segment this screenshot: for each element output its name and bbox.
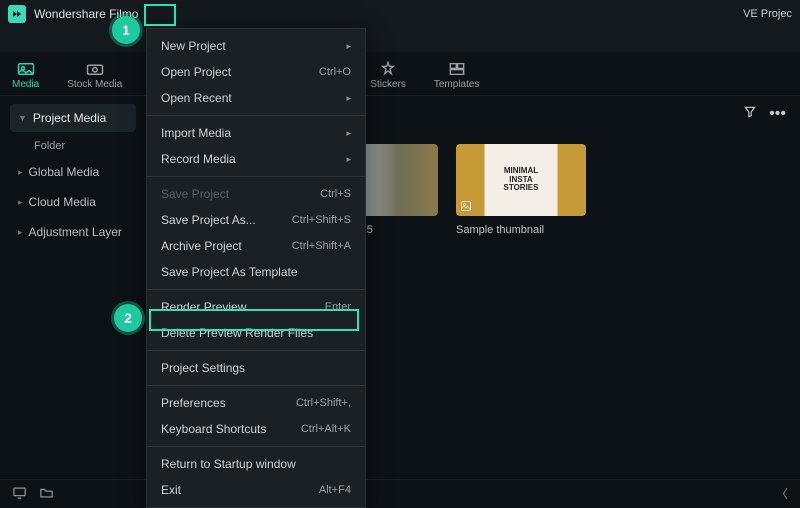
chevron-right-icon: ▸: [346, 154, 351, 165]
dd-render-preview[interactable]: Render PreviewEnter: [147, 294, 365, 320]
tab-media[interactable]: Media: [12, 61, 39, 90]
tab-stickers[interactable]: Stickers: [370, 61, 406, 90]
dd-preferences[interactable]: PreferencesCtrl+Shift+,: [147, 390, 365, 416]
project-name: VE Projec: [743, 8, 792, 20]
sidebar-global-media[interactable]: ▸Global Media: [10, 158, 136, 186]
filter-icon[interactable]: [743, 105, 757, 124]
folder-icon[interactable]: [39, 486, 54, 502]
dd-save-as-template[interactable]: Save Project As Template: [147, 259, 365, 285]
dd-save-project: Save ProjectCtrl+S: [147, 181, 365, 207]
sidebar-project-media[interactable]: ▼Project Media: [10, 104, 136, 132]
chevron-right-icon: ▸: [346, 128, 351, 139]
separator: [147, 289, 365, 290]
dd-return-startup[interactable]: Return to Startup window: [147, 451, 365, 477]
chevron-right-icon: ▸: [18, 167, 23, 178]
callout-2: 2: [114, 304, 142, 332]
tab-stock-media[interactable]: Stock Media: [67, 61, 122, 90]
dd-record-media[interactable]: Record Media▸: [147, 146, 365, 172]
chevron-left-icon[interactable]: 〈: [776, 485, 788, 502]
sidebar-cloud-media[interactable]: ▸Cloud Media: [10, 188, 136, 216]
dd-open-recent[interactable]: Open Recent▸: [147, 85, 365, 111]
sidebar-adjustment-layer[interactable]: ▸Adjustment Layer: [10, 218, 136, 246]
sidebar-folder[interactable]: Folder: [10, 134, 136, 158]
dd-save-project-as[interactable]: Save Project As...Ctrl+Shift+S: [147, 207, 365, 233]
chevron-right-icon: ▸: [346, 41, 351, 52]
app-logo: [8, 5, 26, 23]
separator: [147, 176, 365, 177]
chevron-down-icon: ▼: [18, 113, 27, 123]
file-dropdown: New Project▸ Open ProjectCtrl+O Open Rec…: [146, 28, 366, 508]
chevron-right-icon: ▸: [18, 197, 23, 208]
bottombar: 〈: [0, 479, 800, 507]
templates-icon: [448, 61, 466, 77]
dd-open-project[interactable]: Open ProjectCtrl+O: [147, 59, 365, 85]
separator: [147, 446, 365, 447]
more-icon[interactable]: •••: [769, 105, 786, 124]
dd-keyboard-shortcuts[interactable]: Keyboard ShortcutsCtrl+Alt+K: [147, 416, 365, 442]
separator: [147, 385, 365, 386]
media-icon: [17, 61, 35, 77]
dd-project-settings[interactable]: Project Settings: [147, 355, 365, 381]
separator: [147, 115, 365, 116]
thumbnail-item[interactable]: MINIMAL INSTA STORIES Sample thumbnail: [456, 144, 586, 236]
dd-archive-project[interactable]: Archive ProjectCtrl+Shift+A: [147, 233, 365, 259]
toolbar-tabs: Media Stock Media Stickers Templates: [0, 52, 800, 96]
sidebar: ▼Project Media Folder ▸Global Media ▸Clo…: [0, 96, 146, 479]
dd-new-project[interactable]: New Project▸: [147, 33, 365, 59]
tab-templates[interactable]: Templates: [434, 61, 480, 90]
camera-icon: [86, 61, 104, 77]
separator: [147, 350, 365, 351]
dd-delete-preview[interactable]: Delete Preview Render Files: [147, 320, 365, 346]
chevron-right-icon: ▸: [18, 227, 23, 238]
chevron-right-icon: ▸: [346, 93, 351, 104]
monitor-icon[interactable]: [12, 486, 27, 502]
image-icon: [459, 199, 473, 213]
callout-1: 1: [112, 16, 140, 44]
dd-exit[interactable]: ExitAlt+F4: [147, 477, 365, 503]
dd-import-media[interactable]: Import Media▸: [147, 120, 365, 146]
sticker-icon: [379, 61, 397, 77]
